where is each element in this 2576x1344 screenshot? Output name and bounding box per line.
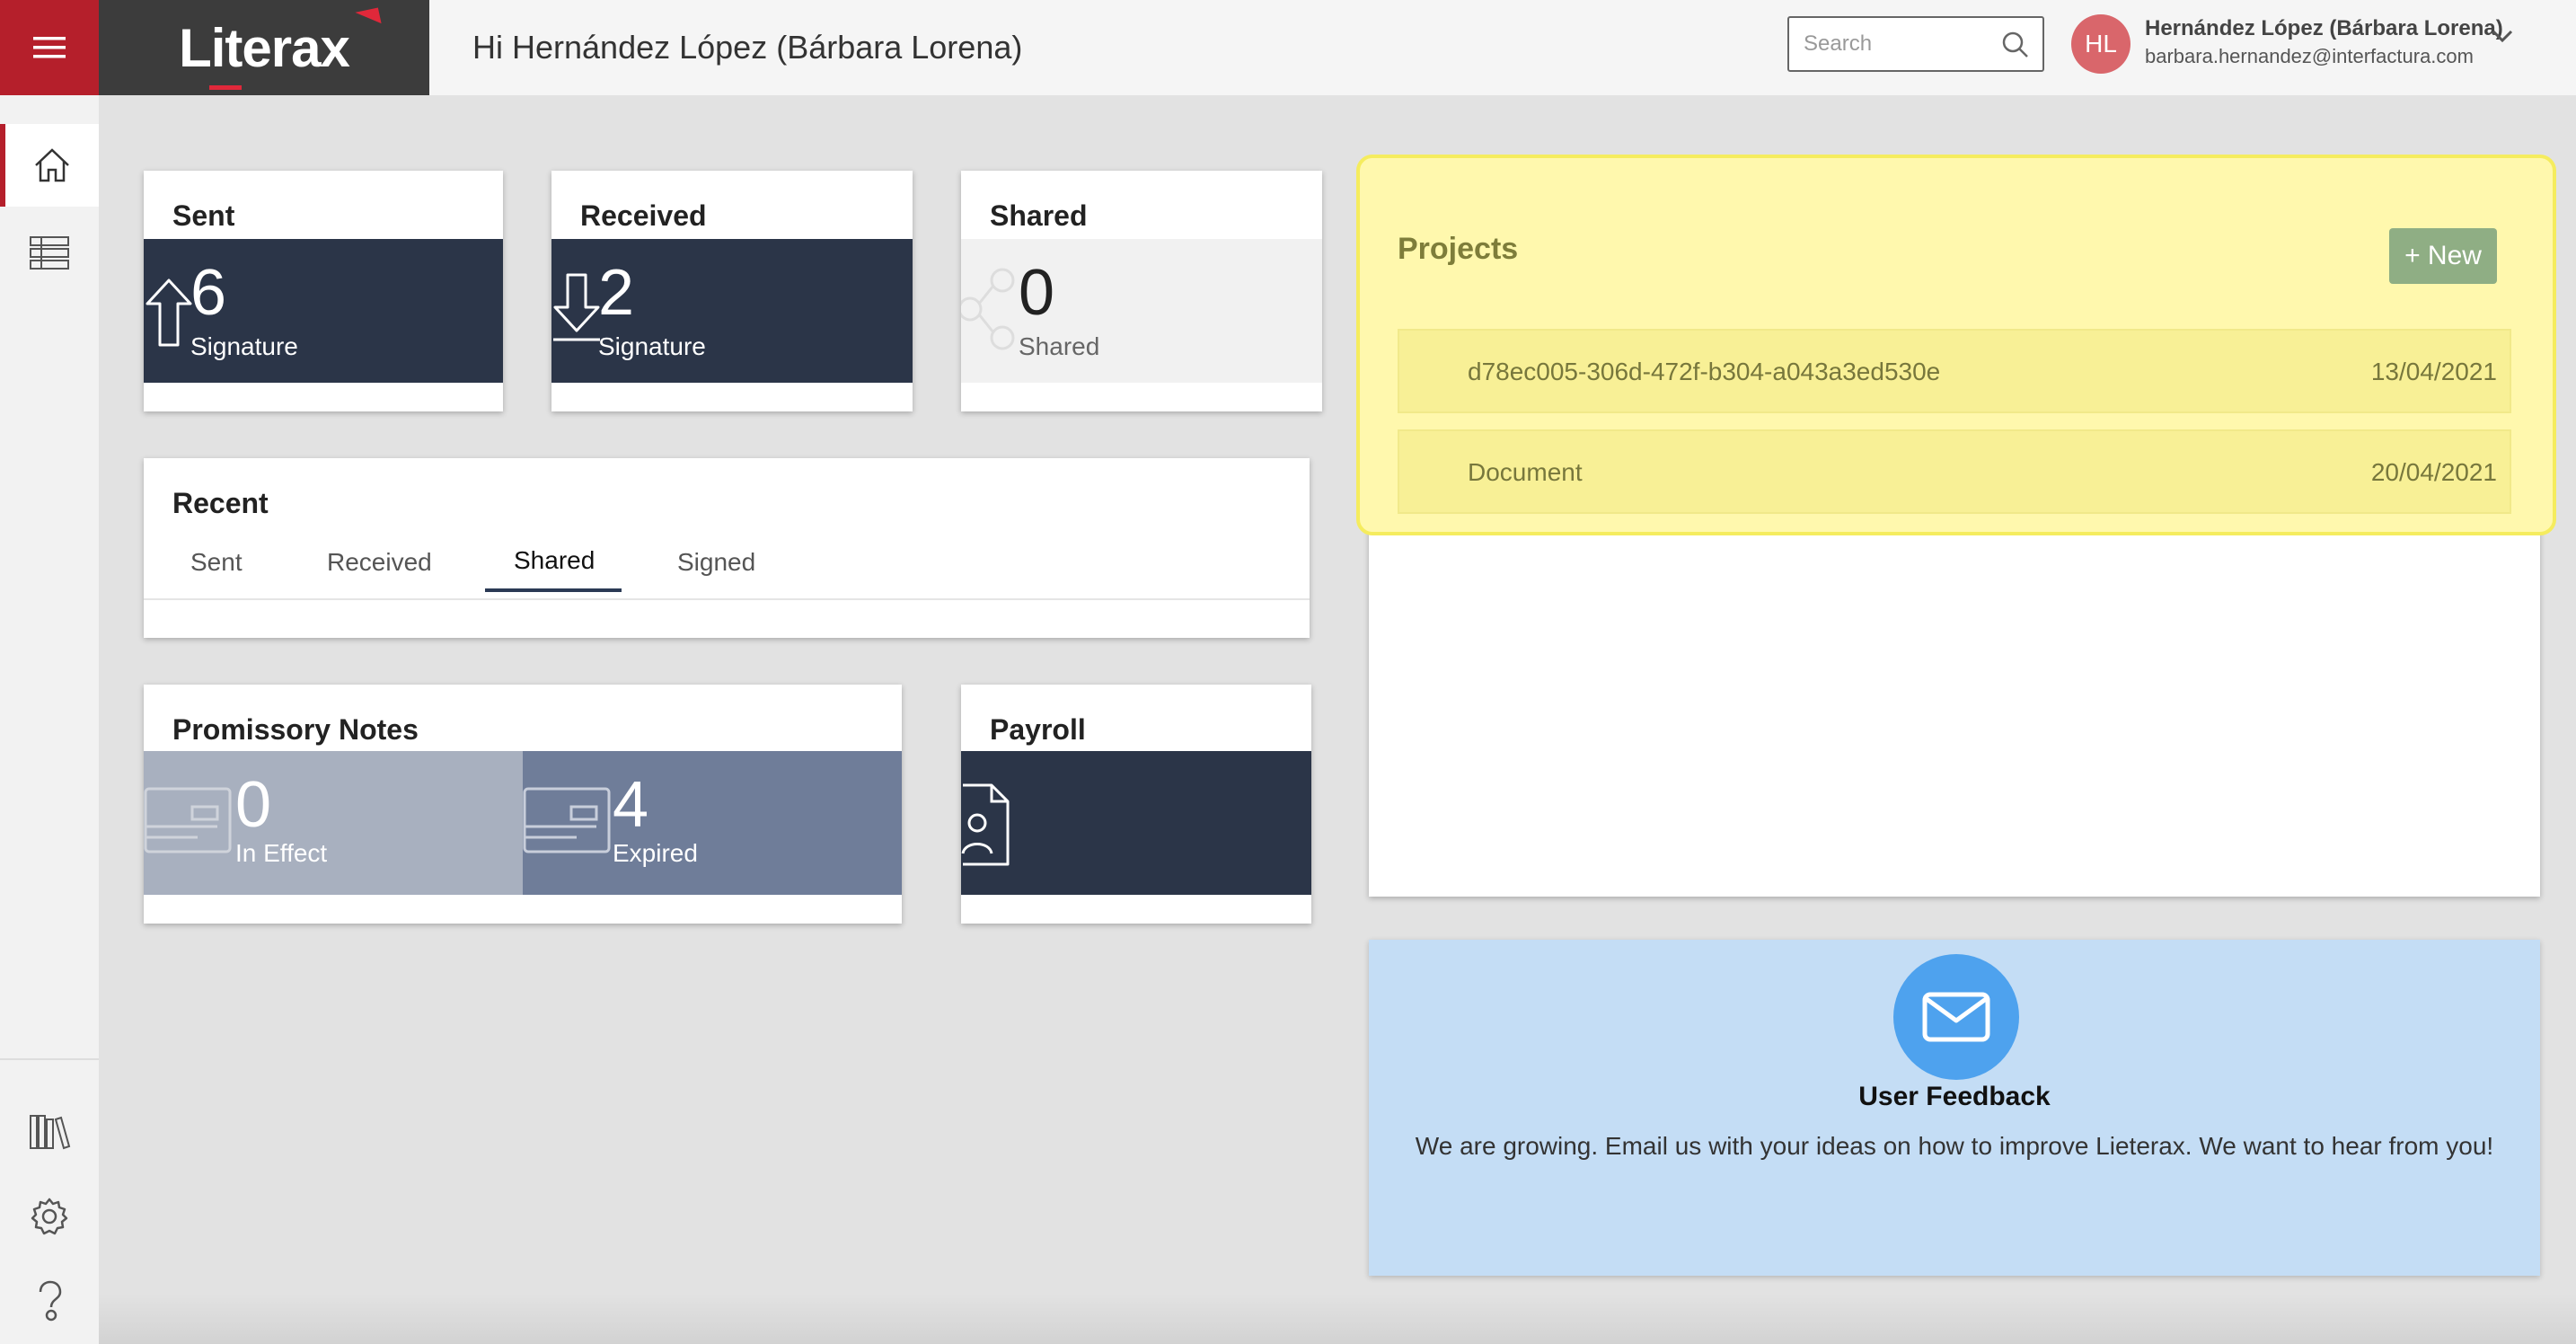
expired-count: 4	[613, 769, 649, 841]
project-row[interactable]: d78ec005-306d-472f-b304-a043a3ed530e 13/…	[1398, 329, 2511, 413]
expired-stat[interactable]: 4 Expired	[523, 751, 902, 895]
sidebar-item-documents[interactable]	[0, 212, 99, 295]
shared-card[interactable]: Shared 0 Shared	[961, 171, 1322, 411]
app-logo[interactable]: Literax	[99, 0, 429, 95]
recent-card: Recent Sent Received Shared Signed	[144, 458, 1310, 638]
tab-received[interactable]: Received	[327, 548, 432, 577]
sent-stat[interactable]: 6 Signature	[144, 239, 503, 383]
home-icon	[35, 148, 69, 182]
feedback-email-button[interactable]	[1893, 954, 2019, 1080]
logo-mark-icon	[355, 6, 382, 29]
sidebar-item-home[interactable]	[0, 124, 99, 207]
help-icon	[39, 1280, 62, 1322]
active-tab-indicator	[485, 588, 622, 592]
project-date: 13/04/2021	[2370, 358, 2497, 385]
sent-count: 6	[190, 257, 227, 329]
user-feedback-card: User Feedback We are growing. Email us w…	[1369, 940, 2540, 1276]
envelope-icon	[1922, 992, 1990, 1042]
received-count: 2	[598, 257, 635, 329]
recent-tabs: Sent Received Shared Signed	[144, 532, 1310, 600]
project-row[interactable]: Document 20/04/2021	[1398, 429, 2511, 514]
payroll-card[interactable]: Payroll	[961, 685, 1311, 924]
upload-arrow-icon	[146, 279, 192, 347]
project-name: d78ec005-306d-472f-b304-a043a3ed530e	[1468, 358, 1941, 385]
tab-shared[interactable]: Shared	[514, 546, 595, 575]
sidebar-item-library[interactable]	[0, 1091, 99, 1173]
list-icon	[30, 236, 69, 270]
shared-card-title: Shared	[990, 199, 1088, 232]
user-email: barbara.hernandez@interfactura.com	[2145, 45, 2474, 67]
user-name[interactable]: Hernández López (Bárbara Lorena)	[2145, 16, 2503, 41]
shared-label: Shared	[1019, 332, 1100, 360]
greeting-text: Hi Hernández López (Bárbara Lorena)	[472, 29, 1023, 66]
tab-sent[interactable]: Sent	[190, 548, 243, 577]
user-avatar[interactable]: HL	[2071, 14, 2130, 74]
projects-title: Projects	[1398, 232, 1519, 266]
in-effect-stat[interactable]: 0 In Effect	[144, 751, 523, 895]
sidebar-item-settings[interactable]	[0, 1175, 99, 1258]
search-icon[interactable]	[2001, 31, 2030, 59]
sidebar	[0, 95, 99, 1344]
expired-label: Expired	[613, 839, 698, 867]
download-arrow-icon	[553, 273, 600, 341]
share-nodes-icon	[961, 268, 1015, 350]
sidebar-divider	[0, 1058, 99, 1060]
received-card[interactable]: Received 2 Signature	[551, 171, 913, 411]
payroll-title: Payroll	[990, 713, 1086, 746]
chevron-down-icon[interactable]	[2490, 23, 2515, 49]
project-date: 20/04/2021	[2370, 458, 2497, 486]
project-name: Document	[1468, 458, 1583, 486]
logo-text: Literax	[179, 17, 350, 78]
sent-label: Signature	[190, 332, 298, 360]
new-project-label: + New	[2404, 241, 2482, 270]
menu-icon	[33, 37, 66, 58]
sidebar-item-help[interactable]	[0, 1260, 99, 1342]
received-stat[interactable]: 2 Signature	[551, 239, 913, 383]
hamburger-menu-button[interactable]	[0, 0, 99, 95]
shared-count: 0	[1019, 257, 1055, 329]
in-effect-label: In Effect	[235, 839, 328, 867]
bill-icon	[523, 787, 611, 853]
tab-signed[interactable]: Signed	[677, 548, 755, 577]
promissory-notes-card[interactable]: Promissory Notes 0 In Effect 4 Expired	[144, 685, 902, 924]
bill-icon	[144, 787, 232, 853]
feedback-title: User Feedback	[1858, 1082, 2051, 1111]
document-user-icon	[961, 783, 1010, 866]
top-header: Literax Hi Hernández López (Bárbara Lore…	[0, 0, 2576, 95]
library-icon	[30, 1115, 71, 1150]
promissory-notes-title: Promissory Notes	[172, 713, 419, 746]
received-label: Signature	[598, 332, 706, 360]
bottom-fade	[99, 1294, 2576, 1344]
recent-card-title: Recent	[172, 487, 269, 519]
sent-card-title: Sent	[172, 199, 235, 232]
received-card-title: Received	[580, 199, 707, 232]
search-input[interactable]	[1789, 18, 1996, 70]
in-effect-count: 0	[235, 769, 272, 841]
sent-card[interactable]: Sent 6 Signature	[144, 171, 503, 411]
payroll-stat[interactable]	[961, 751, 1311, 895]
search-box[interactable]	[1787, 16, 2044, 72]
new-project-button[interactable]: + New	[2389, 228, 2497, 284]
avatar-initials: HL	[2085, 30, 2117, 57]
shared-stat[interactable]: 0 Shared	[961, 239, 1322, 383]
gear-icon	[31, 1198, 68, 1235]
feedback-text: We are growing. Email us with your ideas…	[1415, 1132, 2494, 1160]
